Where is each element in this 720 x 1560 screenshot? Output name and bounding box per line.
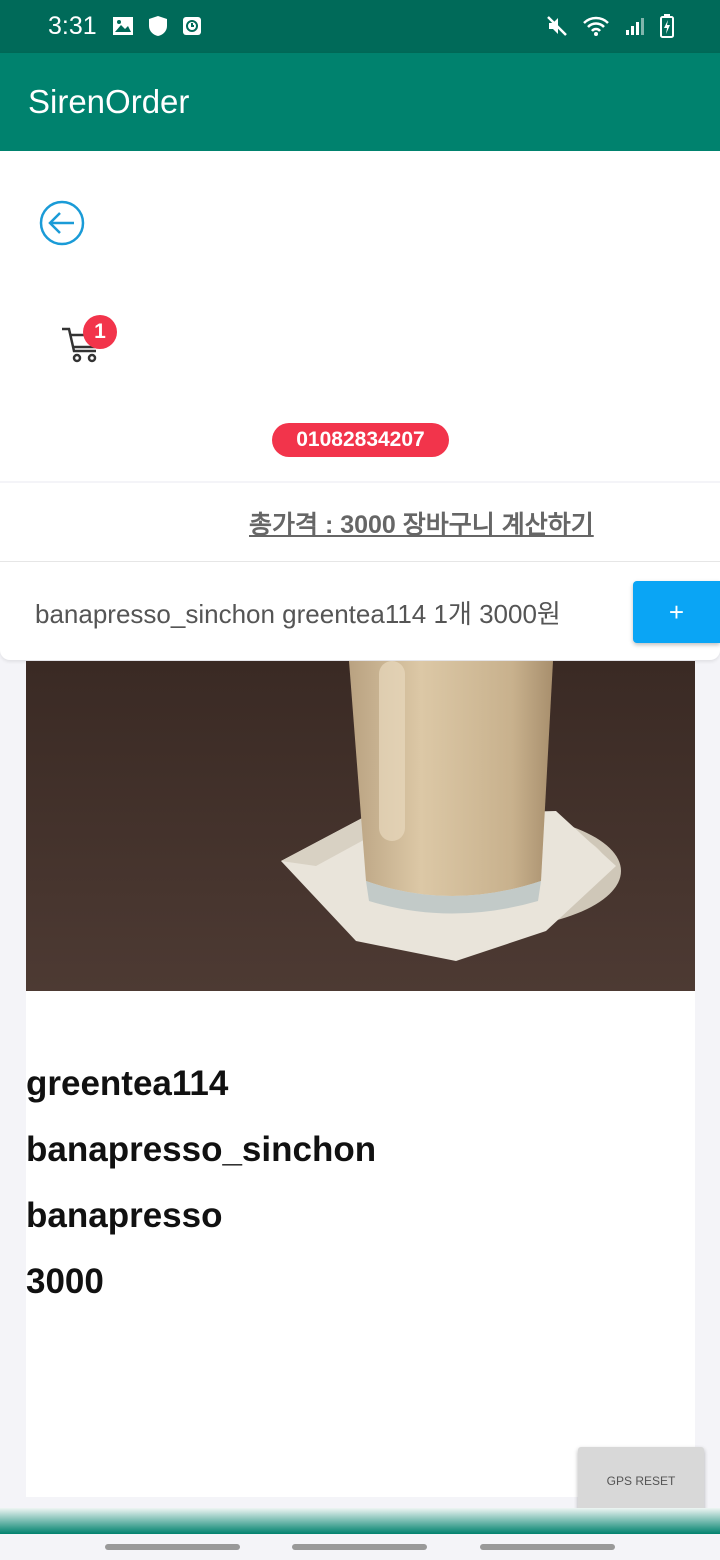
battery-charging-icon: [660, 14, 674, 38]
product-name: greentea114: [26, 1064, 229, 1103]
cart-summary-row: 총가격 : 3000 장바구니 계산하기: [0, 483, 720, 562]
signal-icon: [626, 18, 644, 35]
shield-icon: [149, 16, 167, 36]
status-time: 3:31: [48, 12, 97, 40]
cart-item-text: banapresso_sinchon greentea114 1개 3000원: [35, 599, 561, 629]
app-bar: SirenOrder: [0, 53, 720, 151]
mute-icon: [547, 16, 567, 36]
cart-item-row: banapresso_sinchon greentea114 1개 3000원 …: [0, 562, 720, 660]
product-image: [26, 661, 695, 991]
navigation-bar: [0, 1534, 720, 1560]
back-button[interactable]: [38, 199, 86, 247]
back-arrow-icon: [39, 200, 85, 246]
nav-back-button[interactable]: [480, 1544, 615, 1550]
cart-count-badge: 1: [83, 315, 117, 349]
clock-app-icon: [183, 17, 201, 35]
nav-home-button[interactable]: [292, 1544, 427, 1550]
header-panel: 1 01082834207: [0, 151, 720, 481]
nav-recent-button[interactable]: [105, 1544, 240, 1550]
gps-reset-button[interactable]: GPS RESET: [578, 1447, 704, 1515]
store-name: banapresso_sinchon: [26, 1130, 377, 1169]
phone-number-badge: 01082834207: [272, 423, 449, 457]
product-price: 3000: [26, 1262, 104, 1301]
gallery-icon: [113, 17, 133, 35]
brand-name: banapresso: [26, 1196, 223, 1235]
checkout-link[interactable]: 총가격 : 3000 장바구니 계산하기: [249, 505, 594, 541]
status-bar: 3:31: [0, 0, 720, 53]
app-title: SirenOrder: [28, 83, 190, 120]
product-card: greentea114 banapresso_sinchon banapress…: [26, 661, 695, 1497]
add-button[interactable]: +: [633, 581, 720, 643]
bottom-strip: [0, 1508, 720, 1534]
wifi-icon: [583, 16, 609, 36]
